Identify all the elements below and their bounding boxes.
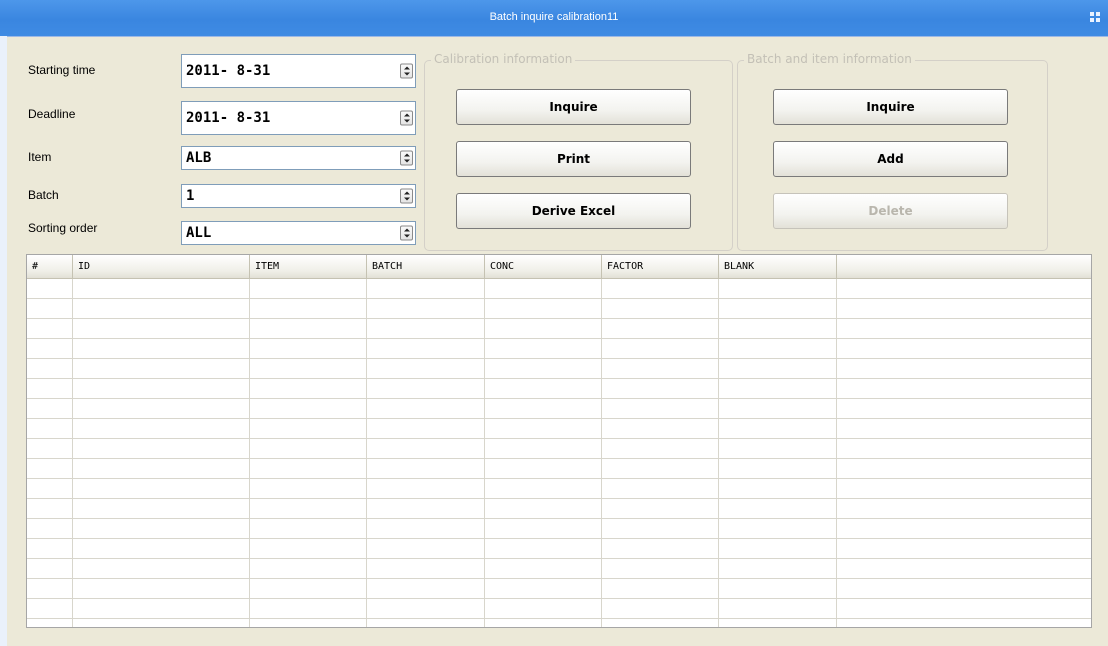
batch-value: 1 [186, 188, 195, 204]
batch-item-info-title: Batch and item information [744, 52, 915, 66]
batch-add-button[interactable]: Add [773, 141, 1008, 177]
column-header-batch[interactable]: BATCH [367, 255, 485, 279]
derive-excel-button[interactable]: Derive Excel [456, 193, 691, 229]
item-value: ALB [186, 150, 212, 166]
column-header-index[interactable]: # [27, 255, 73, 279]
batch-inquire-window: Batch inquire calibration11 Starting tim… [0, 0, 1108, 646]
window-left-border [0, 0, 7, 646]
starting-time-spin-icon[interactable] [400, 63, 413, 79]
sorting-order-spin-icon[interactable] [400, 225, 413, 241]
item-selector[interactable]: ALB [181, 146, 416, 170]
batch-spin-icon[interactable] [400, 188, 413, 204]
table-row[interactable] [27, 519, 1091, 539]
table-row[interactable] [27, 539, 1091, 559]
batch-selector[interactable]: 1 [181, 184, 416, 208]
table-row[interactable] [27, 559, 1091, 579]
table-row[interactable] [27, 459, 1091, 479]
column-header-id[interactable]: ID [73, 255, 250, 279]
table-row[interactable] [27, 379, 1091, 399]
calibration-print-button[interactable]: Print [456, 141, 691, 177]
column-header-item[interactable]: ITEM [250, 255, 367, 279]
sorting-order-label: Sorting order [28, 221, 98, 235]
deadline-spin-icon[interactable] [400, 110, 413, 126]
table-row[interactable] [27, 439, 1091, 459]
column-header-blank[interactable]: BLANK [719, 255, 837, 279]
table-row[interactable] [27, 579, 1091, 599]
column-header-conc[interactable]: CONC [485, 255, 602, 279]
batch-delete-button[interactable]: Delete [773, 193, 1008, 229]
calibration-inquire-button[interactable]: Inquire [456, 89, 691, 125]
table-row[interactable] [27, 339, 1091, 359]
deadline-value: 2011- 8-31 [186, 110, 271, 126]
table-row[interactable] [27, 399, 1091, 419]
calibration-info-title: Calibration information [431, 52, 576, 66]
deadline-date-picker[interactable]: 2011- 8-31 [181, 101, 416, 135]
batch-inquire-button[interactable]: Inquire [773, 89, 1008, 125]
sorting-order-selector[interactable]: ALL [181, 221, 416, 245]
calibration-table[interactable]: # ID ITEM BATCH CONC FACTOR BLANK [26, 254, 1092, 628]
window-title: Batch inquire calibration11 [489, 11, 619, 23]
table-row[interactable] [27, 299, 1091, 319]
title-bar[interactable]: Batch inquire calibration11 [0, 0, 1108, 36]
table-row[interactable] [27, 319, 1091, 339]
sorting-order-value: ALL [186, 225, 212, 241]
table-header: # ID ITEM BATCH CONC FACTOR BLANK [27, 255, 1091, 279]
table-row[interactable] [27, 599, 1091, 619]
item-label: Item [28, 150, 52, 164]
table-row[interactable] [27, 479, 1091, 499]
table-row[interactable] [27, 279, 1091, 299]
table-row[interactable] [27, 419, 1091, 439]
item-spin-icon[interactable] [400, 150, 413, 166]
starting-time-value: 2011- 8-31 [186, 63, 271, 79]
starting-time-date-picker[interactable]: 2011- 8-31 [181, 54, 416, 88]
column-header-factor[interactable]: FACTOR [602, 255, 719, 279]
window-menu-grip-icon[interactable] [1090, 12, 1100, 22]
deadline-label: Deadline [28, 107, 76, 121]
table-row[interactable] [27, 499, 1091, 519]
titlebar-separator [7, 36, 1108, 37]
row-divider [27, 618, 1091, 619]
starting-time-label: Starting time [28, 63, 96, 77]
table-row[interactable] [27, 359, 1091, 379]
column-header-filler [837, 255, 1091, 279]
batch-label: Batch [28, 188, 59, 202]
